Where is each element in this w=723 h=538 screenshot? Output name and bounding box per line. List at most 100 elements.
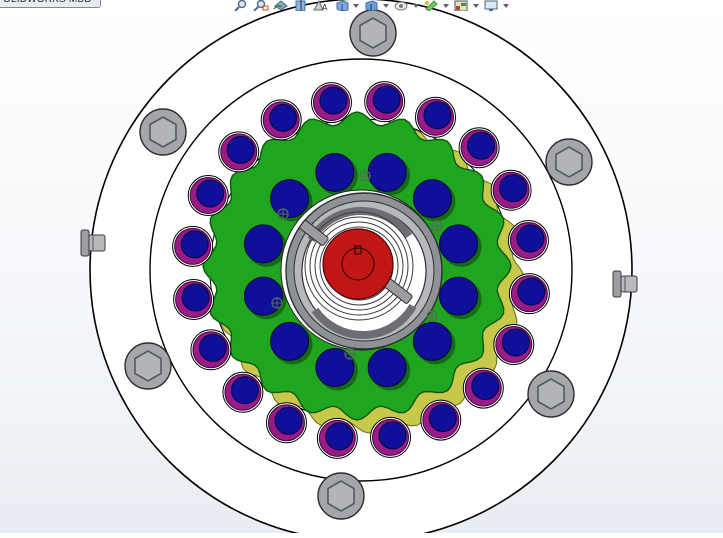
ring-pin-roller (310, 82, 352, 124)
ring-pin-roller (222, 371, 264, 413)
ring-pin-roller (370, 416, 412, 458)
chevron-down-icon[interactable] (502, 0, 510, 11)
output-pin (270, 179, 310, 219)
previous-view-icon (273, 0, 289, 11)
edit-appearance-button[interactable] (422, 0, 440, 11)
housing-bolt (545, 138, 593, 186)
hide-show-items-icon (393, 0, 409, 11)
ring-pin-core (467, 131, 496, 160)
bolt-hex-socket (537, 378, 565, 410)
ring-pin-core (471, 372, 500, 401)
pin-body (88, 234, 106, 252)
ring-pin-core (269, 103, 298, 132)
ring-pin-roller (462, 367, 504, 409)
apply-scene-icon (453, 0, 469, 11)
hide-show-items-button[interactable] (392, 0, 410, 11)
ring-pin-roller (260, 99, 302, 141)
ring-pin-roller (420, 399, 462, 441)
ring-pin-core (325, 422, 354, 451)
zoom-to-fit-button[interactable] (232, 0, 250, 11)
output-pin (243, 276, 283, 316)
output-pin (315, 152, 355, 192)
ring-pin-roller (507, 219, 549, 261)
document-tab[interactable]: OLIDWORKS MBD (0, 0, 101, 8)
output-pin (367, 152, 407, 192)
ring-pin-core (230, 376, 259, 405)
heads-up-view-toolbar: A (232, 0, 592, 12)
chevron-down-icon[interactable] (442, 0, 450, 11)
chevron-down-icon[interactable] (352, 0, 360, 11)
graphics-viewport[interactable] (0, 0, 723, 538)
view-orientation-button[interactable] (332, 0, 350, 11)
bolt-hex-socket (555, 146, 583, 178)
display-style-button[interactable] (362, 0, 380, 11)
ring-pin-core (372, 85, 401, 114)
view-settings-button[interactable] (482, 0, 500, 11)
ring-pin-roller (187, 174, 229, 216)
pin-flange (612, 270, 622, 298)
ring-pin-roller (493, 324, 535, 366)
ring-pin-core (428, 404, 457, 433)
output-pin (412, 321, 452, 361)
ring-pin-roller (490, 169, 532, 211)
ring-pin-roller (265, 402, 307, 444)
ring-pin-roller (316, 417, 358, 459)
sketch-point-marker (277, 208, 289, 220)
sketch-point-marker (344, 348, 356, 360)
ring-pin-core (180, 230, 209, 259)
view-settings-icon (483, 0, 499, 11)
pin-flange (80, 229, 90, 257)
output-pin (412, 179, 452, 219)
chevron-down-icon[interactable] (412, 0, 420, 11)
ring-pin-roller (172, 225, 214, 267)
bolt-hex-socket (359, 17, 387, 49)
ring-pin-roller (415, 96, 457, 138)
output-pin (270, 321, 310, 361)
view-orientation-icon (333, 0, 349, 11)
sketch-point-marker (431, 220, 443, 232)
section-view-icon (293, 0, 309, 11)
chevron-down-icon[interactable] (472, 0, 480, 11)
bolt-hex-socket (327, 480, 355, 512)
zoom-to-area-icon (253, 0, 269, 11)
ring-pin-core (198, 333, 227, 362)
dynamic-annotation-button[interactable]: A (312, 0, 330, 11)
output-pin (439, 276, 479, 316)
ring-pin-roller (458, 127, 500, 169)
zoom-to-fit-icon (233, 0, 249, 11)
ring-pin-core (226, 135, 255, 164)
sketch-point-marker (271, 297, 283, 309)
apply-scene-button[interactable] (452, 0, 470, 11)
housing-bolt (349, 9, 397, 57)
previous-view-button[interactable] (272, 0, 290, 11)
ring-pin-core (517, 277, 546, 306)
ring-pin-roller (364, 81, 406, 123)
ring-pin-core (378, 421, 407, 450)
cycloidal-drive-assembly[interactable] (0, 0, 723, 538)
ring-pin-core (274, 406, 303, 435)
output-pin (243, 224, 283, 264)
chevron-down-icon[interactable] (382, 0, 390, 11)
ring-pin-core (319, 86, 348, 115)
housing-bolt (124, 342, 172, 390)
ring-pin-core (423, 101, 452, 130)
edit-appearance-icon (423, 0, 439, 11)
ring-pin-core (501, 328, 530, 357)
ring-pin-core (181, 283, 210, 312)
housing-bolt (139, 108, 187, 156)
ring-pin-roller (190, 329, 232, 371)
ring-pin-roller (218, 131, 260, 173)
sketch-point-marker (359, 170, 371, 182)
bolt-hex-socket (149, 116, 177, 148)
ring-pin-core (516, 224, 545, 253)
bolt-hex-socket (134, 350, 162, 382)
ring-pin-core (196, 179, 225, 208)
display-style-icon (363, 0, 379, 11)
section-view-button[interactable] (292, 0, 310, 11)
ring-pin-core (499, 174, 528, 203)
dynamic-annotation-icon: A (313, 0, 329, 11)
zoom-to-area-button[interactable] (252, 0, 270, 11)
svg-text:A: A (322, 3, 328, 11)
output-pin (439, 224, 479, 264)
housing-bolt (527, 370, 575, 418)
